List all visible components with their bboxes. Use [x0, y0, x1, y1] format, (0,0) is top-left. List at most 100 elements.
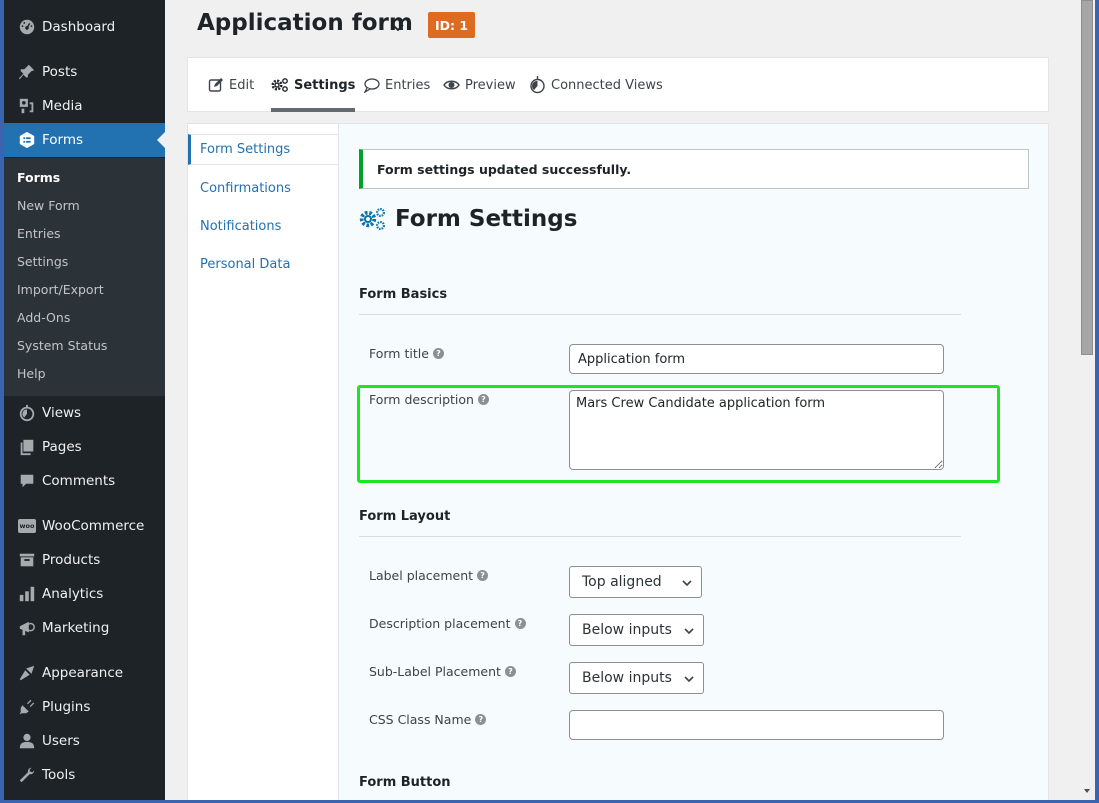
sidebar-item-label: Posts: [42, 64, 78, 80]
label-text: Sub-Label Placement: [369, 664, 501, 679]
sidebar-item-appearance[interactable]: Appearance: [4, 656, 165, 690]
page-title: Application form: [197, 10, 413, 36]
bar-chart-icon: [14, 585, 40, 603]
label-placement-label: Label placement ?: [369, 568, 489, 583]
submenu-system-status[interactable]: System Status: [17, 338, 107, 353]
speech-bubble-icon: [363, 78, 380, 93]
sidebar-item-pages[interactable]: Pages: [4, 430, 165, 464]
megaphone-icon: [14, 619, 40, 637]
submenu-forms[interactable]: Forms: [17, 170, 60, 185]
submenu-entries[interactable]: Entries: [17, 226, 61, 241]
form-button-heading: Form Button: [359, 775, 961, 803]
eye-icon: [443, 80, 460, 90]
edit-icon: [208, 78, 223, 92]
form-basics-heading: Form Basics: [359, 287, 961, 315]
stopwatch-icon: [530, 76, 545, 94]
plug-icon: [14, 698, 40, 716]
user-icon: [14, 732, 40, 750]
submenu-settings[interactable]: Settings: [17, 254, 68, 269]
tab-settings[interactable]: Settings: [271, 58, 356, 112]
sidebar-item-posts[interactable]: Posts: [4, 55, 165, 89]
sidebar-item-comments[interactable]: Comments: [4, 464, 165, 498]
label-text: CSS Class Name: [369, 712, 472, 727]
sidebar-item-analytics[interactable]: Analytics: [4, 577, 165, 611]
form-toolbar: Edit Settings Entries Preview Connected …: [187, 57, 1049, 112]
help-icon[interactable]: ?: [477, 570, 489, 581]
form-title-input[interactable]: [569, 344, 944, 374]
tab-edit[interactable]: Edit: [208, 58, 254, 112]
sidebar-item-dashboard[interactable]: Dashboard: [4, 10, 165, 44]
sidebar-item-plugins[interactable]: Plugins: [4, 690, 165, 724]
sidebar-item-label: Dashboard: [42, 19, 116, 35]
chevron-down-icon: [684, 676, 694, 683]
help-icon[interactable]: ?: [475, 714, 487, 725]
help-icon[interactable]: ?: [514, 618, 526, 629]
submenu-import-export[interactable]: Import/Export: [17, 282, 104, 297]
form-id-badge: ID: 1: [428, 12, 476, 38]
subnav-personal-data[interactable]: Personal Data: [188, 249, 338, 280]
tab-label: Connected Views: [551, 77, 663, 93]
form-description-textarea[interactable]: Mars Crew Candidate application form: [569, 390, 944, 470]
form-title-label: Form title ?: [369, 346, 444, 361]
forms-submenu: Forms New Form Entries Settings Import/E…: [4, 158, 165, 396]
form-switcher-chevron-icon[interactable]: [388, 17, 408, 37]
sidebar-item-marketing[interactable]: Marketing: [4, 611, 165, 645]
woo-icon: woo: [14, 519, 40, 533]
subnav-confirmations[interactable]: Confirmations: [188, 173, 338, 204]
tab-label: Entries: [385, 77, 431, 93]
section-heading-text: Form Settings: [395, 206, 578, 232]
select-value: Top aligned: [582, 574, 662, 590]
tab-preview[interactable]: Preview: [443, 58, 516, 112]
sidebar-item-label: Marketing: [42, 620, 110, 636]
label-text: Form description: [369, 392, 474, 407]
tab-connected-views[interactable]: Connected Views: [529, 58, 663, 112]
css-class-input[interactable]: [569, 710, 944, 740]
sidebar-item-forms[interactable]: Forms: [4, 123, 165, 157]
tab-label: Edit: [229, 77, 255, 93]
help-icon[interactable]: ?: [432, 348, 444, 359]
sidebar-item-views[interactable]: Views: [4, 396, 165, 430]
submenu-new-form[interactable]: New Form: [17, 198, 80, 213]
help-icon[interactable]: ?: [504, 666, 516, 677]
sidebar-item-woocommerce[interactable]: woo WooCommerce: [4, 509, 165, 543]
sidebar-item-label: Users: [42, 733, 80, 749]
success-notice: Form settings updated successfully.: [359, 149, 1029, 189]
select-value: Below inputs: [582, 670, 672, 686]
sidebar-item-tools[interactable]: Tools: [4, 758, 165, 792]
sidebar-item-label: Products: [42, 552, 101, 568]
settings-panel: Form Settings Confirmations Notification…: [187, 123, 1049, 803]
comment-icon: [14, 472, 40, 490]
submenu-add-ons[interactable]: Add-Ons: [17, 310, 70, 325]
chevron-down-icon: [684, 628, 694, 635]
tab-entries[interactable]: Entries: [363, 58, 430, 112]
description-placement-select[interactable]: Below inputs: [569, 614, 704, 646]
scroll-down-arrow-icon[interactable]: [1082, 786, 1092, 796]
label-text: Label placement: [369, 568, 474, 583]
pages-icon: [14, 438, 40, 456]
subnav-notifications[interactable]: Notifications: [188, 211, 338, 242]
gears-icon: [271, 78, 288, 92]
label-text: Description placement: [369, 616, 511, 631]
dashboard-icon: [14, 18, 40, 36]
sidebar-item-label: Appearance: [42, 665, 124, 681]
sidebar-item-media[interactable]: Media: [4, 89, 165, 123]
label-text: Form title: [369, 346, 429, 361]
description-placement-label: Description placement ?: [369, 616, 526, 631]
label-placement-select[interactable]: Top aligned: [569, 566, 702, 598]
sidebar-item-label: Views: [42, 405, 82, 421]
sidebar-item-label: Analytics: [42, 586, 104, 602]
sidebar-item-users[interactable]: Users: [4, 724, 165, 758]
scrollbar-thumb[interactable]: [1081, 0, 1093, 355]
pin-icon: [14, 63, 40, 81]
admin-sidebar: Dashboard Posts Media Forms Forms New Fo…: [4, 0, 165, 800]
form-layout-heading: Form Layout: [359, 509, 961, 537]
submenu-help[interactable]: Help: [17, 366, 46, 381]
sublabel-placement-select[interactable]: Below inputs: [569, 662, 704, 694]
sidebar-item-label: Comments: [42, 473, 116, 489]
help-icon[interactable]: ?: [477, 394, 489, 405]
sidebar-item-label: Media: [42, 98, 83, 114]
subnav-form-settings[interactable]: Form Settings: [188, 134, 338, 165]
sidebar-item-products[interactable]: Products: [4, 543, 165, 577]
gears-icon: [359, 207, 386, 231]
css-class-label: CSS Class Name ?: [369, 712, 487, 727]
